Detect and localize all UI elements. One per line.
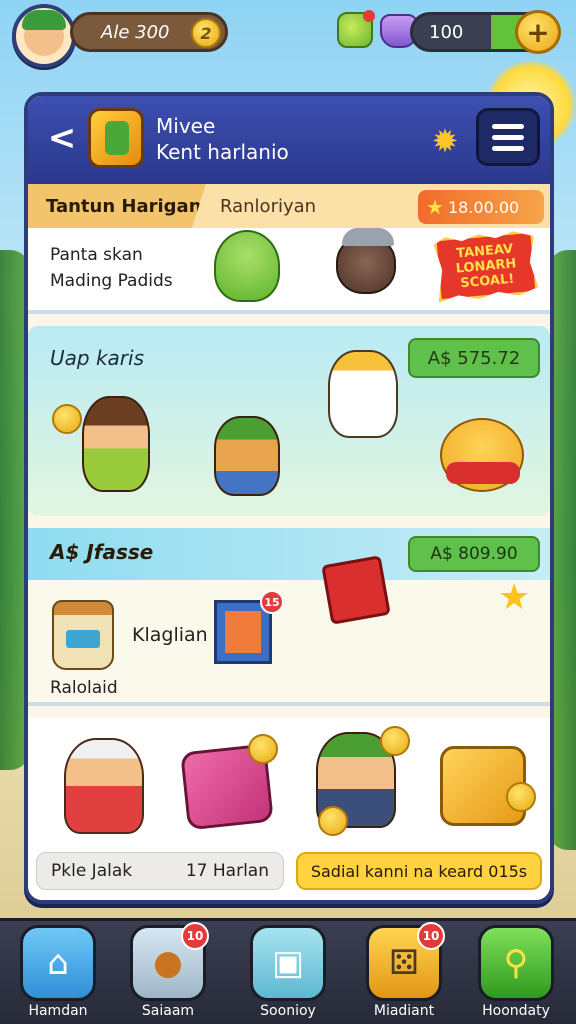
nav-label: Hamdan <box>28 1003 88 1019</box>
bottom-nav: ⌂ Hamdan ● 10 Saiaam ▣ Soonioy ⚄ 10 Miad… <box>0 918 576 1024</box>
footer-label: Ralolaid <box>50 678 118 698</box>
nav-label: Soonioy <box>260 1003 316 1019</box>
chef-kid-item[interactable] <box>64 738 144 834</box>
shop-icon <box>88 108 144 168</box>
tab-bar: Tantun Harigan Ranloriyan ★ 18.00.00 <box>28 184 550 228</box>
boy-character[interactable] <box>214 416 280 496</box>
page-subtitle: Kent harlanio <box>156 140 289 164</box>
special-offer-button[interactable]: Sadial kanni na keard 015s <box>296 852 542 890</box>
bear-helmet-item[interactable] <box>336 228 396 294</box>
search-icon: ⚲ <box>503 943 529 983</box>
notification-badge: 10 <box>181 922 209 950</box>
page-title: Mivee <box>156 114 216 138</box>
coin-icon <box>248 734 278 764</box>
coin-icon <box>318 806 348 836</box>
star-icon: ★ <box>426 195 444 219</box>
nav-label: Saiaam <box>141 1003 195 1019</box>
nav-label: Hoondaty <box>482 1003 550 1019</box>
menu-button[interactable] <box>476 108 540 166</box>
yellow-bear-character[interactable] <box>440 418 524 492</box>
nav-item-search[interactable]: ⚲ Hoondaty <box>470 925 562 1024</box>
top-hud: Ale 300 2 100 + <box>0 0 576 70</box>
tab-primary[interactable]: Tantun Harigan <box>28 184 206 228</box>
sun-icon[interactable]: ✹ <box>428 124 462 158</box>
price-badge[interactable]: ★ 18.00.00 <box>418 190 544 224</box>
offer-section-3: A$ Jfasse A$ 809.90 Klaglian Ralolaid 15… <box>28 528 550 706</box>
jar-item[interactable] <box>52 600 114 670</box>
info-text: Pkle Jalak <box>51 861 133 881</box>
item-label: Klaglian <box>132 624 208 646</box>
coin-icon: 2 <box>191 18 221 48</box>
coin-icon <box>380 726 410 756</box>
price-button[interactable]: A$ 575.72 <box>408 338 540 378</box>
nav-item-dice[interactable]: ⚄ 10 Miadiant <box>358 922 450 1024</box>
coin-counter[interactable]: Ale 300 2 <box>70 12 228 52</box>
chat-icon[interactable] <box>337 10 375 48</box>
offer-section-2: Uap karis A$ 575.72 <box>28 326 550 516</box>
offer-section-4: Pkle Jalak 17 Harlan Sadial kanni na kea… <box>28 718 550 900</box>
girl-character[interactable] <box>82 396 150 492</box>
home-icon: ⌂ <box>47 943 69 983</box>
offer-description: Panta skan Mading Padids <box>50 245 173 291</box>
section-title: A$ Jfasse <box>50 540 154 564</box>
nav-item-bear[interactable]: ● 10 Saiaam <box>122 922 214 1024</box>
nav-item-backpack[interactable]: ▣ Soonioy <box>242 925 334 1024</box>
add-currency-button[interactable]: + <box>515 10 561 54</box>
fuel-can-item[interactable] <box>321 555 391 625</box>
nav-item-home[interactable]: ⌂ Hamdan <box>12 925 104 1024</box>
coin-icon <box>506 782 536 812</box>
shop-panel: < Mivee Kent harlanio ✹ Tantun Harigan R… <box>24 92 554 904</box>
notification-badge: 15 <box>260 590 284 614</box>
sale-sticker[interactable]: TANEAV LONARH SCOAL! <box>433 230 538 302</box>
back-button[interactable]: < <box>42 118 82 158</box>
gem-amount: 100 <box>429 21 464 43</box>
player-avatar[interactable] <box>12 4 76 68</box>
backpack-icon: ▣ <box>271 943 305 983</box>
info-value: 17 Harlan <box>185 861 269 881</box>
price-button[interactable]: A$ 809.90 <box>408 536 540 572</box>
chef-character[interactable] <box>328 350 398 438</box>
star-icon[interactable]: ★ <box>498 580 530 616</box>
nav-label: Miadiant <box>373 1003 435 1019</box>
offer-section-1: Tantun Harigan Ranloriyan ★ 18.00.00 Pan… <box>28 184 550 314</box>
coin-amount: Ale 300 <box>101 21 170 43</box>
section-title: Uap karis <box>50 346 144 370</box>
panel-header: < Mivee Kent harlanio ✹ <box>28 96 550 184</box>
dice-icon: ⚄ <box>389 943 419 983</box>
green-creature-item[interactable] <box>214 230 280 302</box>
bear-icon: ● <box>153 943 183 983</box>
coin-icon <box>52 404 82 434</box>
info-pill[interactable]: Pkle Jalak 17 Harlan <box>36 852 284 890</box>
notification-badge: 10 <box>417 922 445 950</box>
tab-secondary[interactable]: Ranloriyan <box>220 184 316 228</box>
